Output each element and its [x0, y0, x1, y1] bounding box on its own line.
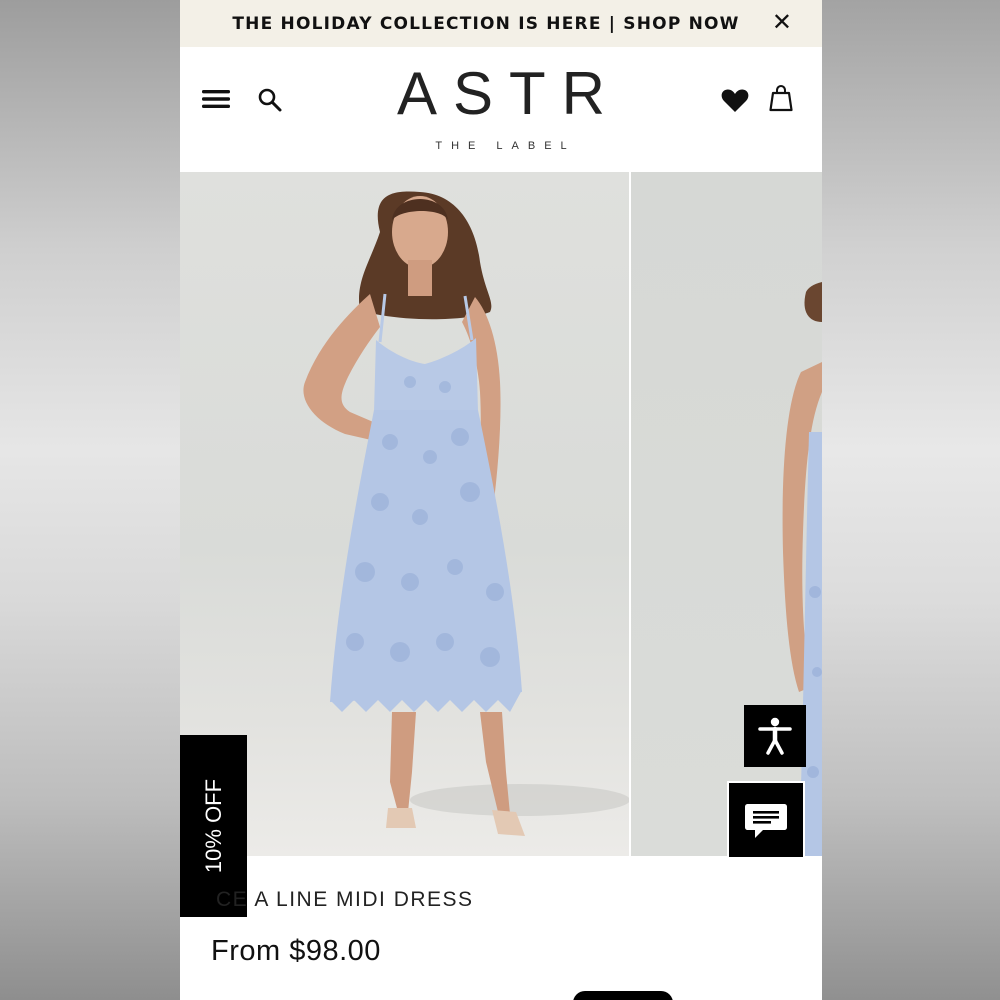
- chat-icon: [745, 804, 787, 838]
- product-title: CE A LINE MIDI DRESS: [216, 888, 474, 911]
- main-product-photo[interactable]: [180, 172, 629, 856]
- site-header: ASTR THE LABEL: [180, 47, 822, 172]
- brand-tagline: THE LABEL: [435, 140, 576, 152]
- announcement-bar[interactable]: THE HOLIDAY COLLECTION IS HERE | SHOP NO…: [180, 0, 822, 47]
- product-price: From $98.00: [211, 935, 381, 967]
- phone-screen: THE HOLIDAY COLLECTION IS HERE | SHOP NO…: [180, 0, 822, 1000]
- backdrop-left: [0, 0, 180, 1000]
- promo-text[interactable]: 10% OFF: [201, 779, 227, 873]
- model-figure: [303, 191, 629, 836]
- backdrop-right: [822, 0, 1000, 1000]
- bag-icon[interactable]: [769, 84, 793, 112]
- accessibility-icon: [758, 717, 792, 755]
- accessibility-button[interactable]: [744, 705, 806, 767]
- close-icon[interactable]: ✕: [772, 8, 792, 38]
- heart-icon[interactable]: [721, 87, 749, 113]
- product-gallery[interactable]: [180, 172, 822, 856]
- announcement-text[interactable]: THE HOLIDAY COLLECTION IS HERE | SHOP NO…: [232, 14, 739, 34]
- chat-button[interactable]: [727, 781, 805, 859]
- partial-button[interactable]: [573, 991, 673, 1000]
